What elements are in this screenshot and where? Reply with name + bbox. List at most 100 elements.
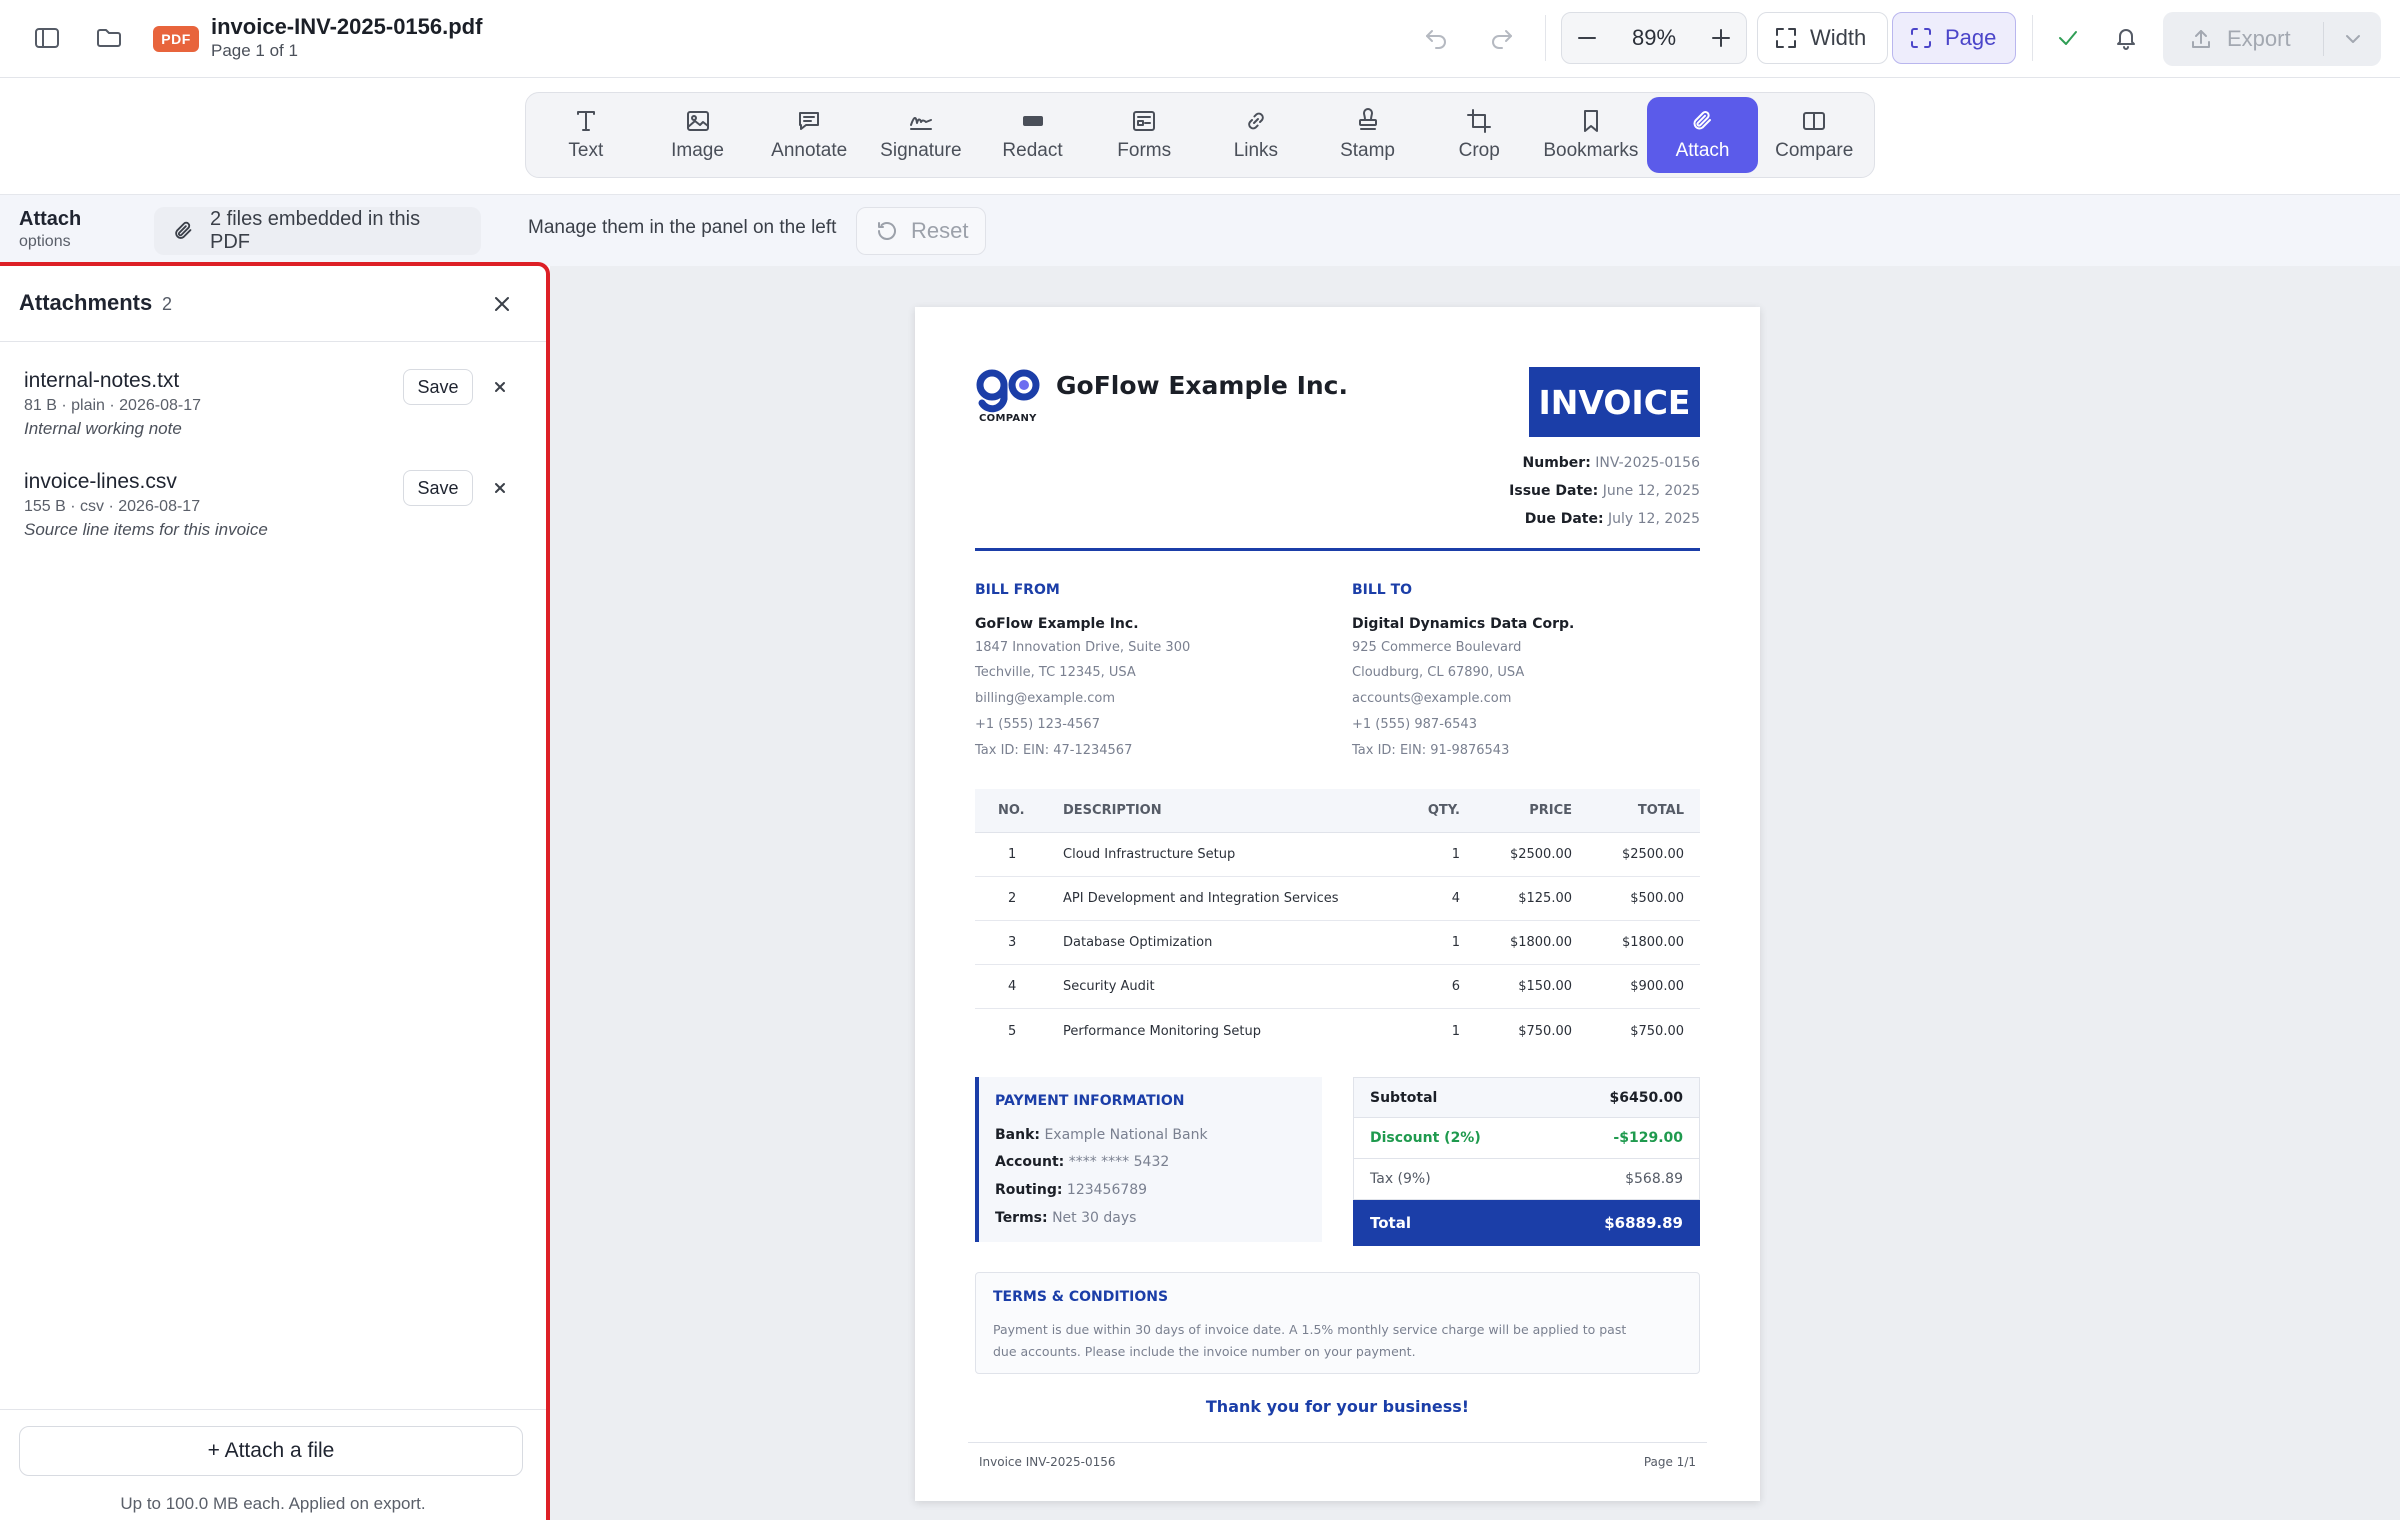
table-row: 5 Performance Monitoring Setup 1 $750.00… bbox=[975, 1009, 1700, 1053]
tool-bookmarks[interactable]: Bookmarks bbox=[1535, 97, 1647, 173]
row-price: $125.00 bbox=[1518, 891, 1572, 906]
column-header: DESCRIPTION bbox=[1063, 803, 1162, 818]
fit-page-label: Page bbox=[1945, 25, 1997, 50]
chevron-down-icon bbox=[2343, 29, 2363, 49]
toolbar-area: Text Image Annotate Signature Redact For… bbox=[0, 78, 2400, 194]
pdf-page[interactable]: COMPANY GoFlow Example Inc. INVOICE Numb… bbox=[915, 307, 1760, 1501]
compare-icon bbox=[1801, 108, 1827, 134]
tool-image[interactable]: Image bbox=[642, 97, 754, 173]
zoom-level[interactable]: 89% bbox=[1632, 25, 1676, 51]
image-icon bbox=[685, 108, 711, 134]
tool-redact[interactable]: Redact bbox=[977, 97, 1089, 173]
row-total: $900.00 bbox=[1630, 979, 1684, 994]
bill-from-heading: BILL FROM bbox=[975, 582, 1060, 598]
redo-button[interactable] bbox=[1481, 20, 1521, 56]
tool-links[interactable]: Links bbox=[1200, 97, 1312, 173]
expand-icon bbox=[1774, 26, 1798, 50]
tool-stamp[interactable]: Stamp bbox=[1312, 97, 1424, 173]
tool-signature[interactable]: Signature bbox=[865, 97, 977, 173]
bill-from-line: Tax ID: EIN: 47-1234567 bbox=[975, 743, 1133, 758]
payment-heading: PAYMENT INFORMATION bbox=[995, 1093, 1185, 1109]
attachment-item: internal-notes.txt 81 B · plain · 2026-0… bbox=[24, 369, 524, 439]
reset-icon bbox=[875, 219, 899, 243]
paperclip-icon bbox=[172, 219, 196, 243]
bill-to-heading: BILL TO bbox=[1352, 582, 1413, 598]
close-panel-button[interactable] bbox=[488, 290, 516, 318]
zoom-control: 89% bbox=[1561, 12, 1747, 64]
sidebar-toggle-icon[interactable] bbox=[27, 20, 67, 56]
upload-limit-note: Up to 100.0 MB each. Applied on export. bbox=[120, 1494, 426, 1513]
embedded-files-count: 2 files embedded in this PDF bbox=[210, 208, 421, 253]
tool-forms[interactable]: Forms bbox=[1088, 97, 1200, 173]
total-row: Total $6889.89 bbox=[1353, 1200, 1700, 1246]
tool-text[interactable]: Text bbox=[530, 97, 642, 173]
options-bar: Attach options 2 files embedded in this … bbox=[0, 194, 2400, 266]
attachment-count: 2 bbox=[162, 294, 173, 314]
remove-attachment-button[interactable] bbox=[488, 476, 512, 500]
row-qty: 1 bbox=[1451, 847, 1460, 862]
tool-crop[interactable]: Crop bbox=[1423, 97, 1535, 173]
check-icon[interactable] bbox=[2048, 20, 2088, 56]
row-number: 5 bbox=[1008, 1023, 1017, 1039]
table-row: 3 Database Optimization 1 $1800.00 $1800… bbox=[975, 921, 1700, 965]
reset-button[interactable]: Reset bbox=[856, 207, 986, 255]
stamp-icon bbox=[1355, 108, 1381, 134]
row-price: $750.00 bbox=[1518, 1023, 1572, 1039]
thank-you-note: Thank you for your business! bbox=[1205, 1397, 1470, 1416]
subtotal-row: Subtotal $6450.00 bbox=[1353, 1077, 1700, 1118]
fit-width-label: Width bbox=[1810, 25, 1867, 50]
bell-icon[interactable] bbox=[2106, 20, 2146, 56]
row-description: Database Optimization bbox=[1063, 935, 1213, 950]
company-name: GoFlow Example Inc. bbox=[1056, 371, 1348, 400]
row-description: API Development and Integration Services bbox=[1063, 891, 1339, 906]
zoom-out-button[interactable] bbox=[1576, 27, 1598, 49]
text-icon bbox=[573, 108, 599, 134]
footer-rule bbox=[968, 1442, 1707, 1443]
row-qty: 4 bbox=[1451, 891, 1460, 906]
document-canvas[interactable]: COMPANY GoFlow Example Inc. INVOICE Numb… bbox=[550, 266, 2400, 1520]
form-icon bbox=[1131, 108, 1157, 134]
remove-attachment-button[interactable] bbox=[488, 375, 512, 399]
options-subtitle: options bbox=[19, 233, 71, 250]
tax-row: Tax (9%) $568.89 bbox=[1353, 1159, 1700, 1200]
attach-file-button[interactable]: + Attach a file bbox=[19, 1426, 523, 1476]
upload-icon bbox=[2189, 27, 2213, 51]
row-number: 3 bbox=[1008, 935, 1017, 950]
row-description: Cloud Infrastructure Setup bbox=[1063, 847, 1236, 862]
export-button[interactable]: Export bbox=[2163, 26, 2323, 52]
export-dropdown-button[interactable] bbox=[2324, 29, 2381, 49]
payment-info-box: PAYMENT INFORMATION Bank: Example Nation… bbox=[975, 1077, 1322, 1242]
fit-width-button[interactable]: Width bbox=[1757, 12, 1888, 64]
tool-compare[interactable]: Compare bbox=[1758, 97, 1870, 173]
save-attachment-button[interactable]: Save bbox=[403, 369, 473, 405]
folder-icon[interactable] bbox=[89, 20, 129, 56]
tool-attach[interactable]: Attach bbox=[1646, 97, 1759, 173]
column-header: TOTAL bbox=[1637, 803, 1684, 818]
payment-bank: Bank: Example National Bank bbox=[995, 1127, 1208, 1143]
tool-label: Signature bbox=[880, 140, 962, 161]
row-qty: 6 bbox=[1451, 979, 1460, 994]
tool-label: Attach bbox=[1675, 140, 1730, 161]
tool-annotate[interactable]: Annotate bbox=[753, 97, 865, 173]
row-number: 4 bbox=[1008, 979, 1017, 994]
zoom-in-button[interactable] bbox=[1710, 27, 1732, 49]
attachment-description: Internal working note bbox=[24, 419, 182, 438]
tool-label: Annotate bbox=[771, 140, 848, 161]
row-total: $750.00 bbox=[1630, 1023, 1684, 1039]
options-hint: Manage them in the panel on the left bbox=[528, 217, 837, 238]
divider bbox=[2032, 15, 2033, 61]
row-total: $1800.00 bbox=[1621, 935, 1684, 950]
file-name: invoice-INV-2025-0156.pdf bbox=[211, 14, 483, 39]
table-row: 1 Cloud Infrastructure Setup 1 $2500.00 … bbox=[975, 833, 1700, 877]
payment-terms: Terms: Net 30 days bbox=[995, 1210, 1137, 1226]
comment-icon bbox=[796, 108, 822, 134]
undo-button[interactable] bbox=[1417, 20, 1457, 56]
fit-page-button[interactable]: Page bbox=[1892, 12, 2016, 64]
bill-from-line: Techville, TC 12345, USA bbox=[975, 665, 1136, 680]
bill-to-name: Digital Dynamics Data Corp. bbox=[1352, 616, 1575, 632]
embedded-files-chip: 2 files embedded in this PDF bbox=[154, 207, 481, 255]
save-attachment-button[interactable]: Save bbox=[403, 470, 473, 506]
tool-label: Text bbox=[568, 140, 604, 161]
tool-label: Crop bbox=[1458, 140, 1500, 161]
due-date: Due Date: July 12, 2025 bbox=[1524, 511, 1700, 527]
